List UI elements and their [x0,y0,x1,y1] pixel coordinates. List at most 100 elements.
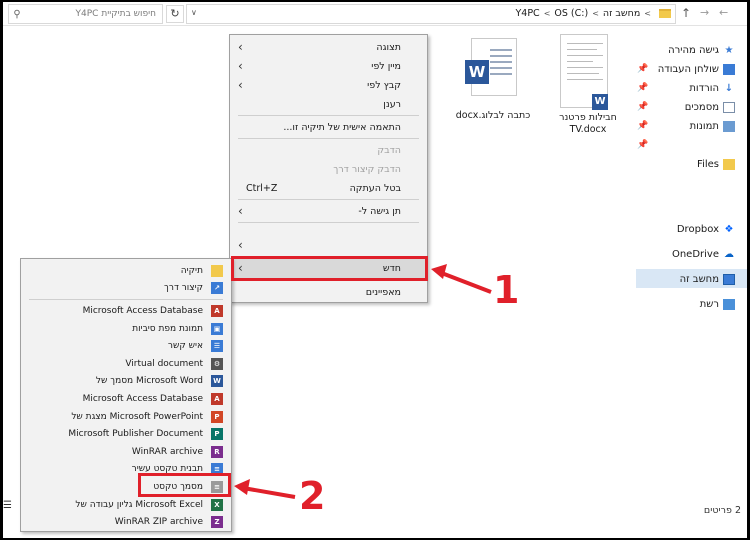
menu-item-undo-copy[interactable]: Ctrl+Z בטל העתקה [230,179,427,199]
nav-dropbox[interactable]: ❖ Dropbox [677,221,735,237]
pictures-icon [723,120,735,132]
menu-label: מיין לפי [371,61,401,72]
breadcrumb: < מחשב זה < OS (C:) < Y4PC [515,8,671,19]
publisher-icon: P [211,428,223,441]
word-icon: W [465,60,489,84]
nav-downloads[interactable]: ↓ הורדות [689,80,735,96]
pin-icon[interactable]: 📌 [637,102,648,112]
menu-item-customize[interactable]: התאמה אישית של תיקיה זו... [230,118,427,138]
nav-this-pc[interactable]: מחשב זה [680,271,735,287]
menu-item-properties[interactable]: מאפיינים [230,283,427,303]
breadcrumb-drive[interactable]: OS (C:) [554,8,588,19]
menu-item-view[interactable]: ‹ תצוגה [230,38,427,58]
address-bar[interactable]: ∨ < מחשב זה < OS (C:) < Y4PC [186,4,676,24]
back-arrow-icon[interactable]: ← [719,6,728,19]
nav-label: Files [697,158,719,170]
nav-pictures[interactable]: תמונות [690,118,735,134]
nav-network[interactable]: רשת [700,296,735,312]
nav-onedrive[interactable]: ☁ OneDrive [672,246,735,262]
nav-desktop[interactable]: שולחן העבודה [658,61,735,77]
pin-icon[interactable]: 📌 [637,140,648,150]
view-toggle-icon[interactable]: ☰ [3,500,12,511]
nav-label: מחשב זה [679,273,719,285]
file-explorer-window: ⚲ חיפוש בתיקיית Y4PC ↻ ∨ < מחשב זה < OS … [3,2,747,538]
menu-separator [238,138,419,139]
navigation-pane: ★ גישה מהירה שולחן העבודה 📌 ↓ הורדות 📌 מ… [633,36,747,506]
dropbox-icon: ❖ [724,223,734,235]
menu-label: קבץ לפי [367,80,401,91]
up-arrow-icon[interactable]: ↑ [681,6,691,20]
forward-arrow-icon[interactable]: → [700,6,709,19]
submenu-item[interactable]: A Microsoft Access Database [21,303,231,320]
submenu-item[interactable]: R WinRAR archive [21,444,231,461]
submenu-item-folder[interactable]: תיקיה [21,263,231,280]
pin-icon[interactable]: 📌 [637,121,648,131]
breadcrumb-folder[interactable]: Y4PC [515,8,539,19]
arrow-2 [242,486,296,499]
submenu-item[interactable]: P מצגת של Microsoft PowerPoint [21,409,231,426]
nav-files[interactable]: Files [697,156,735,172]
submenu-label: Microsoft Publisher Document [68,429,203,440]
submenu-label: איש קשר [167,341,203,352]
highlight-text-document [138,473,231,497]
arrow-1 [438,270,492,294]
word-icon: W [592,94,608,110]
highlight-new [231,256,428,281]
chevron-down-icon[interactable]: ∨ [191,8,197,17]
search-icon: ⚲ [13,8,21,20]
network-icon [723,298,735,310]
callout-number-1: 1 [493,268,520,312]
menu-item-paste-shortcut[interactable]: הדבק קיצור דרך [230,160,427,180]
nav-label: מסמכים [684,101,719,113]
menu-label: הדבק [377,145,401,156]
star-icon: ★ [724,44,734,56]
nav-documents[interactable]: מסמכים [685,99,735,115]
arrow-2-head [234,479,250,495]
access-icon: A [211,393,223,405]
chevron-left-icon: ‹ [238,204,243,218]
submenu-item[interactable]: ☰ איש קשר [21,338,231,355]
submenu-item[interactable]: ▣ תמונת מפת סיביות [21,321,231,338]
submenu-item[interactable]: P Microsoft Publisher Document [21,426,231,443]
breadcrumb-this-pc[interactable]: מחשב זה [603,8,640,19]
submenu-label: מצגת של Microsoft PowerPoint [71,411,203,422]
chevron-left-icon: ‹ [238,40,243,54]
submenu-item[interactable]: W מסמך של Microsoft Word [21,373,231,390]
submenu-label: Virtual document [125,358,203,369]
submenu-label: תיקיה [180,266,203,276]
folder-icon [211,265,223,277]
menu-label: תצוגה [376,42,401,53]
menu-separator [238,115,419,116]
menu-item-blank-submenu[interactable]: ‹ [230,236,427,256]
menu-item-group-by[interactable]: ‹ קבץ לפי [230,76,427,96]
submenu-item[interactable]: Z WinRAR ZIP archive [21,514,231,531]
nav-quick-access[interactable]: ★ גישה מהירה [668,42,735,58]
refresh-button[interactable]: ↻ [166,5,184,23]
submenu-label: Microsoft Access Database [82,306,203,316]
winrar-icon: R [211,445,223,458]
submenu-label: קיצור דרך [164,283,203,293]
search-input[interactable]: ⚲ חיפוש בתיקיית Y4PC [8,4,163,24]
chevron-left-icon: < [543,9,551,18]
submenu-item[interactable]: X גליון עבודה של Microsoft Excel [21,497,231,514]
pin-icon[interactable]: 📌 [637,64,648,74]
menu-label: רענן [383,99,401,110]
menu-item-sort-by[interactable]: ‹ מיין לפי [230,57,427,77]
menu-label: הדבק קיצור דרך [333,164,401,175]
submenu-item[interactable]: A Microsoft Access Database [21,391,231,408]
file-name: כתבה לבלוג.docx [455,110,531,121]
submenu-label: WinRAR archive [131,446,203,457]
folder-icon [659,9,671,18]
status-item-count: 2 פריטים [703,505,741,516]
file-item[interactable]: W חבילות פרטנר TV.docx [548,34,628,135]
file-item[interactable]: W כתבה לבלוג.docx [451,38,535,128]
menu-item-refresh[interactable]: רענן [230,95,427,115]
menu-item-paste[interactable]: הדבק [230,141,427,161]
submenu-item-shortcut[interactable]: ↗ קיצור דרך [21,280,231,297]
callout-number-2: 2 [299,474,326,518]
search-placeholder: חיפוש בתיקיית Y4PC [75,9,156,19]
menu-item-give-access[interactable]: ‹ תן גישה ל- [230,202,427,222]
submenu-item[interactable]: ⚙ Virtual document [21,356,231,373]
menu-label: מאפיינים [365,287,401,298]
pin-icon[interactable]: 📌 [637,83,648,93]
